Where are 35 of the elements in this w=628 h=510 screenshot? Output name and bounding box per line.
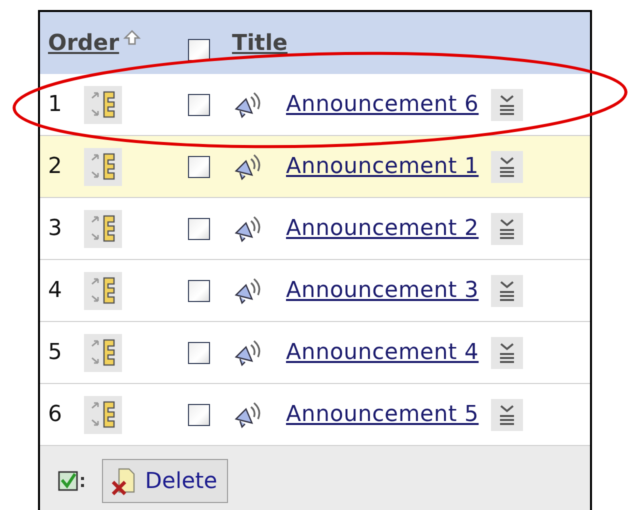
menu-icon[interactable] <box>490 150 523 182</box>
row-number: 1 <box>48 92 63 117</box>
announcement-link[interactable]: Announcement 5 <box>286 402 479 427</box>
reorder-icon[interactable] <box>84 396 122 434</box>
row-number: 5 <box>48 340 63 365</box>
reorder-icon[interactable] <box>84 148 122 186</box>
reorder-icon[interactable] <box>84 86 122 124</box>
reorder-icon[interactable] <box>84 272 122 310</box>
menu-icon[interactable] <box>490 336 523 368</box>
row-number: 4 <box>48 278 63 303</box>
reorder-icon[interactable] <box>84 334 122 372</box>
sort-up-icon[interactable] <box>123 29 142 47</box>
announcement-link[interactable]: Announcement 6 <box>286 92 479 117</box>
title-column-link[interactable]: Title <box>232 30 288 56</box>
checkbox[interactable] <box>188 156 210 178</box>
row-number: 2 <box>48 154 63 179</box>
delete-button[interactable]: Delete <box>102 459 228 503</box>
menu-icon[interactable] <box>490 274 523 306</box>
checkbox[interactable] <box>188 404 210 426</box>
menu-icon[interactable] <box>490 88 523 120</box>
checkbox[interactable] <box>188 342 210 364</box>
announcement-link[interactable]: Announcement 1 <box>286 154 479 179</box>
reorder-icon[interactable] <box>84 210 122 248</box>
checkbox[interactable] <box>188 94 210 116</box>
menu-icon[interactable] <box>490 212 523 244</box>
checkbox[interactable] <box>188 218 210 240</box>
row-number: 3 <box>48 216 63 241</box>
checkbox[interactable] <box>188 39 210 61</box>
order-column-link[interactable]: Order <box>48 30 120 56</box>
row-number: 6 <box>48 402 63 427</box>
checkbox[interactable] <box>188 280 210 302</box>
announcement-link[interactable]: Announcement 2 <box>286 216 479 241</box>
menu-icon[interactable] <box>490 398 523 430</box>
announcement-link[interactable]: Announcement 3 <box>286 278 479 303</box>
announcement-link[interactable]: Announcement 4 <box>286 340 479 365</box>
